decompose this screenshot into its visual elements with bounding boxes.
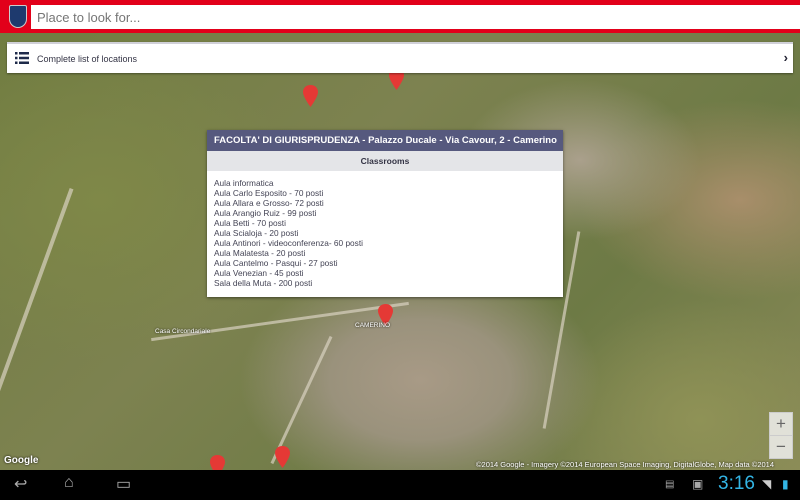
list-item: Aula informatica [214,178,274,188]
list-item: Aula Betti - 70 posti [214,218,286,228]
wifi-icon: ◥ [762,477,772,491]
list-item: Aula Venezian - 45 posti [214,268,304,278]
info-window-subtitle: Classrooms [207,151,563,171]
map-label-camerino: CAMERINO [355,322,391,329]
recent-apps-icon[interactable]: ▭ [116,474,131,494]
keyboard-icon: ▤ [665,479,675,490]
complete-list-button[interactable]: Complete list of locations › [7,42,793,73]
notification-icon: ▣ [692,477,704,491]
zoom-out-button[interactable]: − [770,436,792,459]
map-label-casa-circondariale: Casa Circondariale [155,328,211,335]
classroom-list: Aula informatica Aula Carlo Esposito - 7… [207,171,563,288]
list-item: Aula Cantelmo - Pasqui - 27 posti [214,258,338,268]
list-item: Aula Carlo Esposito - 70 posti [214,188,324,198]
list-item: Aula Scialoja - 20 posti [214,228,299,238]
zoom-in-button[interactable]: + [770,413,792,436]
system-nav-bar: ↩ ⌂ ▭ ▤ ▣ 3:16 ◥ ▮ [0,470,800,500]
map-marker-icon[interactable] [303,85,318,107]
google-logo: Google [4,455,39,466]
map-marker-icon[interactable] [210,455,225,470]
back-icon[interactable]: ↩ [14,474,27,494]
map-attribution: ©2014 Google - Imagery ©2014 European Sp… [476,460,775,470]
map-marker-icon[interactable] [275,446,290,468]
battery-icon: ▮ [782,477,789,491]
info-window-title: FACOLTA' DI GIURISPRUDENZA - Palazzo Duc… [207,130,563,151]
home-icon[interactable]: ⌂ [64,474,74,492]
zoom-controls: + − [769,412,793,459]
list-item: Aula Malatesta - 20 posti [214,248,306,258]
list-label: Complete list of locations [37,54,138,64]
list-item: Aula Allara e Grosso- 72 posti [214,198,324,208]
clock: 3:16 [718,473,755,494]
list-item: Aula Arangio Ruiz - 99 posti [214,208,317,218]
top-bar [0,0,800,33]
university-logo[interactable] [9,5,27,28]
info-window: FACOLTA' DI GIURISPRUDENZA - Palazzo Duc… [207,130,563,297]
chevron-right-icon: › [783,50,788,65]
list-icon [15,52,29,64]
search-input[interactable] [31,5,800,29]
list-item: Aula Antinori - videoconferenza- 60 post… [214,238,363,248]
list-item: Sala della Muta - 200 posti [214,278,313,288]
